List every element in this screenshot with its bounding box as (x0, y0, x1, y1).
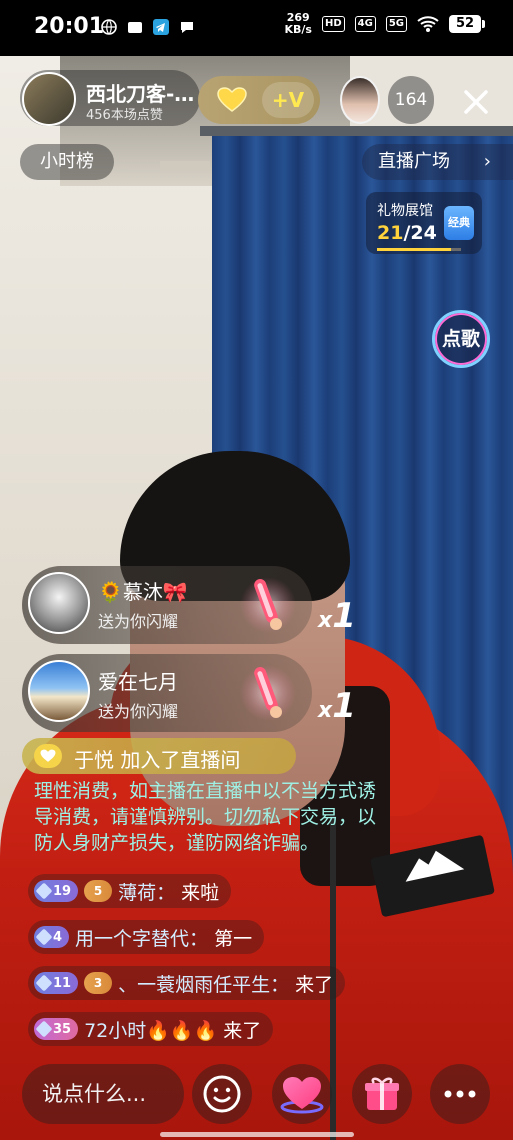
gift-hall-count: 21/24 (377, 222, 437, 244)
gift-multiplier: x1 (318, 686, 356, 726)
chat-text: 第一 (214, 927, 253, 950)
gift-multiplier-x: x (318, 698, 333, 723)
fan-level-badge: 3 (84, 972, 113, 994)
chat-message[interactable]: 11 3 、一蓑烟雨任平生： 来了 (28, 966, 346, 1000)
host-name[interactable]: 西北刀客-… (86, 78, 194, 107)
emoji-button[interactable] (192, 1064, 252, 1124)
user-level-badge: 11 (34, 972, 79, 994)
gift-sender-name: 🌻慕沐🎀 (98, 580, 188, 604)
gift-hall-badge: 经典 (444, 206, 474, 240)
gem-icon (35, 1020, 53, 1038)
user-level-badge: 35 (34, 1018, 79, 1040)
gift-action: 送为你闪耀 (98, 612, 179, 631)
status-time: 20:01 (34, 14, 105, 39)
mountain-logo-icon (405, 850, 465, 882)
gift-sender-avatar[interactable] (28, 572, 90, 634)
chat-message[interactable]: 4 用一个字替代： 第一 (28, 920, 265, 954)
gift-multiplier-x: x (318, 608, 333, 633)
comment-input[interactable]: 说点什么... (22, 1064, 184, 1124)
telegram-icon (153, 19, 169, 35)
gift-hall-title: 礼物展馆 (377, 203, 433, 219)
gift-icon (365, 1077, 399, 1110)
gift-hall-progress (377, 248, 461, 251)
gift-action: 送为你闪耀 (98, 702, 179, 721)
more-icon (444, 1090, 476, 1098)
gift-multiplier-value: 1 (332, 686, 356, 726)
gift-hall-total: /24 (403, 222, 437, 244)
fan-level-badge: 5 (84, 880, 113, 902)
join-fan-club-button[interactable]: +V (262, 82, 314, 118)
user-level: 19 (53, 883, 72, 899)
host-avatar[interactable] (22, 72, 76, 126)
globe-icon (101, 19, 117, 35)
gem-icon (35, 882, 53, 900)
chat-text: 来啦 (181, 881, 220, 904)
emoji-icon (203, 1075, 241, 1113)
join-user[interactable]: 于悦 (74, 748, 114, 772)
heart-icon (34, 744, 62, 768)
status-notification-icons (100, 18, 196, 36)
status-right: 269 KB/s HD 4G 5G 52 (285, 12, 485, 36)
song-request-button[interactable]: 点歌 (432, 310, 490, 368)
chat-message[interactable]: 35 72小时🔥🔥🔥 来了 (28, 1012, 274, 1046)
heart-gift-button[interactable] (272, 1064, 332, 1124)
close-button[interactable] (456, 82, 496, 122)
battery: 52 (449, 15, 485, 33)
glowstick-gift-icon (240, 577, 296, 633)
net-speed-unit: KB/s (284, 23, 312, 36)
heart-icon[interactable] (214, 84, 250, 116)
signal-5g: 5G (385, 16, 407, 32)
chevron-right-icon: › (483, 151, 491, 172)
safety-notice: 理性消费，如主播在直播中以不当方式诱导消费，请谨慎辨别。切勿私下交易，以防人身财… (34, 780, 377, 854)
user-level-badge: 4 (34, 926, 70, 948)
glowstick-gift-icon (240, 665, 296, 721)
user-level: 11 (53, 975, 72, 991)
gift-multiplier-value: 1 (332, 596, 356, 636)
user-level: 4 (53, 929, 63, 945)
signal-4g: 4G (354, 16, 376, 32)
scene-curtain-rod (200, 126, 513, 136)
chat-user[interactable]: 用一个字替代： (75, 924, 208, 951)
viewer-count[interactable]: 164 (388, 76, 434, 124)
wifi-icon (417, 16, 439, 32)
live-square-label: 直播广场 (378, 151, 450, 172)
more-button[interactable] (430, 1064, 490, 1124)
hd-tag: HD (321, 16, 345, 32)
gift-button[interactable] (352, 1064, 412, 1124)
gift-hall-current: 21 (377, 222, 404, 244)
message-bubble-icon (181, 22, 193, 33)
chat-user[interactable]: 、一蓑烟雨任平生： (118, 970, 289, 997)
status-bar: 20:01 269 KB/s HD 4G 5G 52 (0, 0, 513, 56)
user-level: 35 (53, 1021, 72, 1037)
gift-sender-avatar[interactable] (28, 660, 90, 722)
live-square-button[interactable]: 直播广场 › (362, 144, 513, 180)
scene-pipe (160, 161, 210, 171)
square-app-icon (128, 22, 142, 33)
gem-icon (35, 928, 53, 946)
join-action: 加入了直播间 (120, 748, 241, 772)
heart-icon (280, 1077, 324, 1114)
gem-icon (35, 974, 53, 992)
chat-text: 来了 (295, 973, 334, 996)
viewer-avatar[interactable] (340, 76, 380, 124)
chat-text: 来了 (223, 1019, 262, 1042)
gift-sender-name: 爱在七月 (98, 670, 178, 694)
join-text: 于悦 加入了直播间 (74, 744, 240, 773)
close-icon (464, 90, 488, 114)
gift-hall-progress-fill (377, 248, 451, 251)
net-speed: 269 KB/s (285, 12, 312, 36)
chat-user[interactable]: 薄荷： (118, 878, 175, 905)
home-indicator[interactable] (160, 1132, 354, 1137)
chat-user[interactable]: 72小时🔥🔥🔥 (84, 1016, 217, 1043)
gift-multiplier: x1 (318, 596, 356, 636)
hour-rank-button[interactable]: 小时榜 (20, 144, 114, 180)
user-level-badge: 19 (34, 880, 79, 902)
host-likes: 456本场点赞 (86, 108, 163, 123)
chat-message[interactable]: 19 5 薄荷： 来啦 (28, 874, 232, 908)
